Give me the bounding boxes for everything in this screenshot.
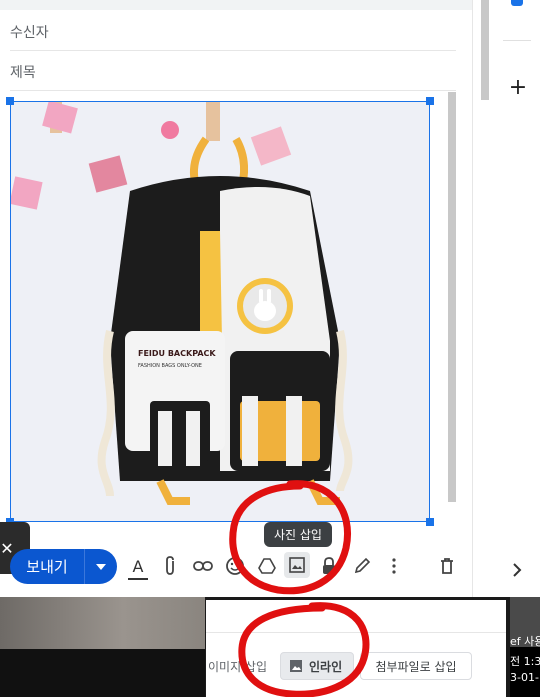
side-divider [503, 40, 531, 41]
link-icon[interactable] [192, 556, 214, 576]
right-side-panel: + [472, 0, 540, 597]
annotation-circle-top [229, 480, 351, 595]
subject-field[interactable]: 제목 [10, 62, 36, 82]
text-format-icon[interactable]: A [128, 554, 148, 580]
resize-handle-top-right[interactable] [426, 97, 434, 105]
left-thumbnail [0, 597, 205, 649]
more-icon[interactable] [386, 555, 402, 577]
attach-label: 첨부파일로 삽입 [375, 659, 457, 674]
side-scroll-thumb[interactable] [481, 0, 489, 100]
chevron-right-icon[interactable] [509, 560, 525, 580]
left-bottom-dark [0, 649, 205, 697]
image-selection-box [10, 101, 430, 522]
annotation-circle-bottom [238, 602, 370, 697]
send-label: 보내기 [26, 558, 68, 576]
right-thumbnail: ef 사용 전 1:3 3-01- [510, 597, 540, 697]
compose-scrollbar[interactable] [448, 92, 456, 502]
resize-handle-top-left[interactable] [6, 97, 14, 105]
trash-icon[interactable] [438, 555, 456, 577]
resize-handle-bottom-right[interactable] [426, 518, 434, 526]
side-app-icon[interactable] [511, 0, 523, 6]
send-button[interactable]: 보내기 [10, 549, 84, 584]
to-field[interactable]: 수신자 [10, 22, 49, 42]
subject-divider [10, 90, 456, 91]
thumb-text-3: 3-01- [510, 671, 539, 684]
thumb-text-1: ef 사용 [510, 635, 540, 648]
plus-icon[interactable]: + [507, 75, 529, 100]
thumb-text-2: 전 1:3 [510, 655, 540, 668]
top-strip [0, 0, 472, 10]
chevron-down-icon [96, 563, 106, 570]
paperclip-icon[interactable] [160, 554, 180, 578]
to-divider [10, 50, 456, 51]
